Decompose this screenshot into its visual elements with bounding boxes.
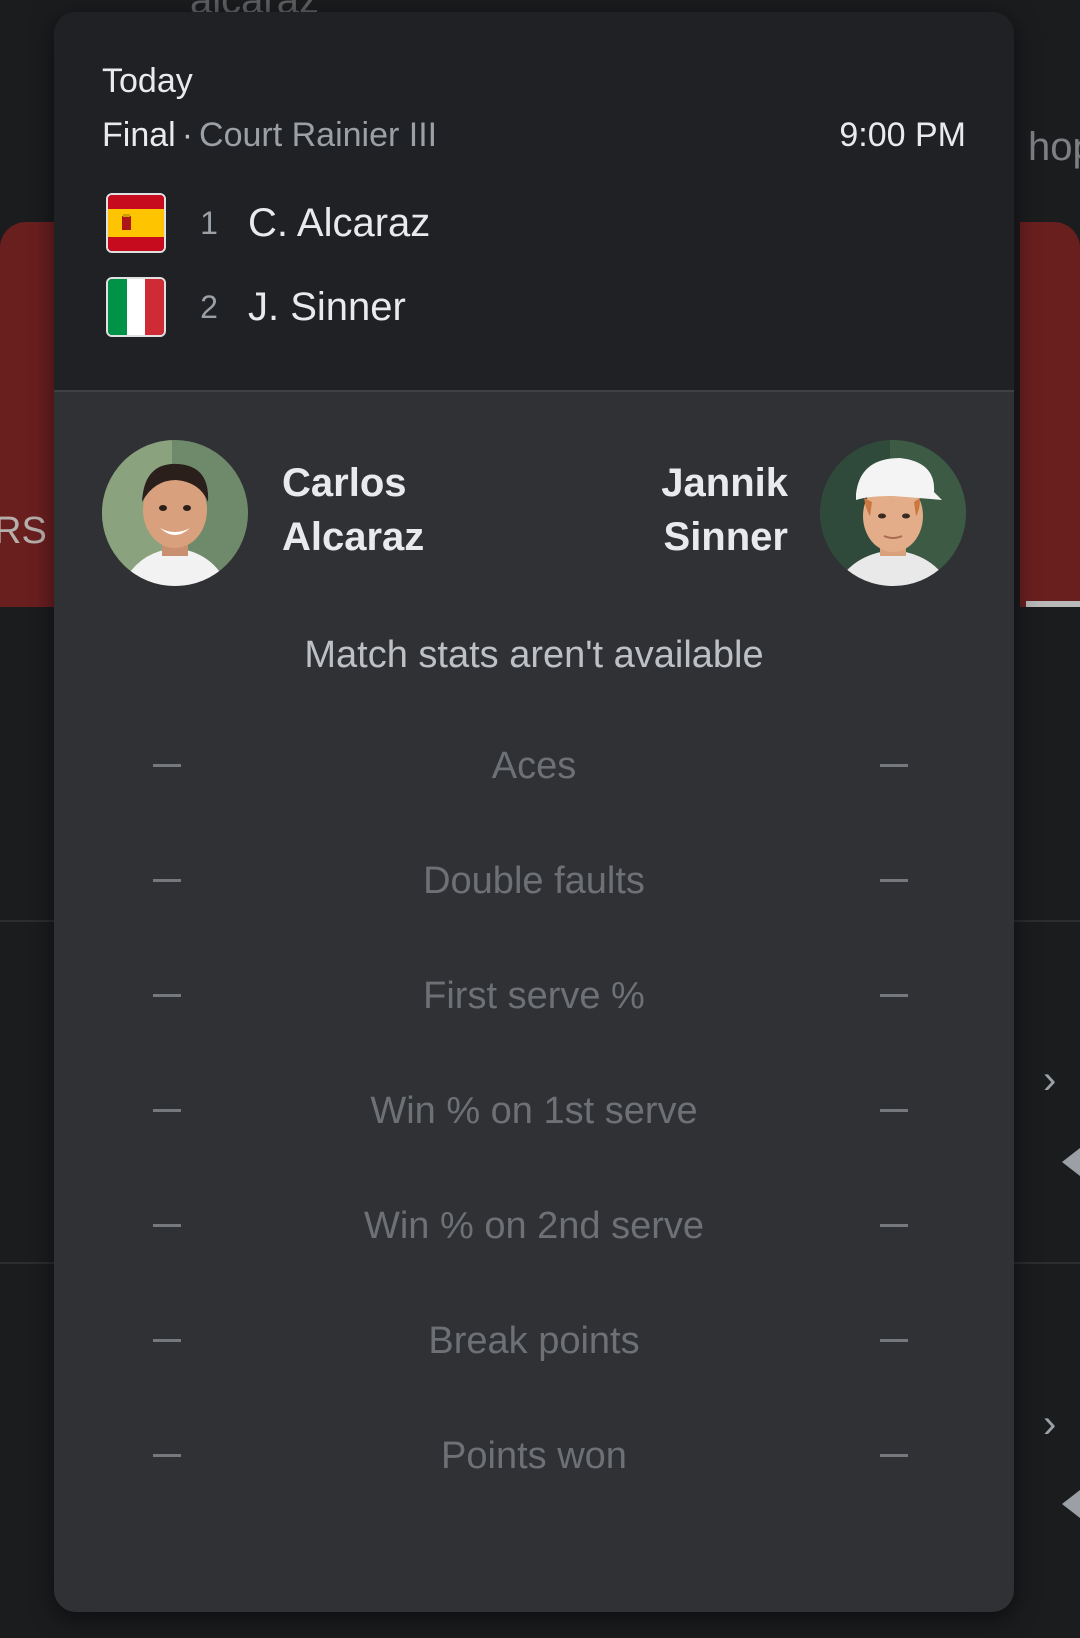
triangle-left-icon (1062, 1148, 1080, 1176)
stat-value-right (880, 1454, 908, 1457)
page: alcaraz RS hop › › Today Final·Court Rai… (0, 0, 1080, 1638)
stat-value-right (880, 994, 908, 997)
player-seed: 2 (200, 288, 218, 325)
match-court: Court Rainier III (199, 116, 438, 154)
player-full-name-right[interactable]: Jannik Sinner (661, 456, 788, 564)
first-name: Carlos (282, 461, 407, 505)
match-status-row: Final · Court Rainier III (102, 116, 437, 155)
stat-label: Double faults (423, 860, 645, 902)
stat-row: Win % on 2nd serve (54, 1196, 1014, 1256)
background-tab-indicator (1026, 601, 1080, 607)
stat-row: Win % on 1st serve (54, 1081, 1014, 1141)
stat-row: First serve % (54, 966, 1014, 1026)
stat-row: Break points (54, 1311, 1014, 1371)
stat-label: Win % on 1st serve (370, 1090, 698, 1132)
player-name: C. Alcaraz (248, 200, 431, 245)
stat-row: Aces (54, 736, 1014, 796)
triangle-left-icon (1062, 1490, 1080, 1518)
player-seed: 1 (200, 204, 218, 241)
stat-value-right (880, 879, 908, 882)
stat-label: First serve % (423, 975, 645, 1017)
stat-value-right (880, 1339, 908, 1342)
italy-flag-icon (106, 277, 166, 337)
chevron-right-icon: › (1043, 1402, 1057, 1446)
stat-row: Points won (54, 1426, 1014, 1486)
match-header: Today Final · Court Rainier III 9:00 PM 1 … (54, 12, 1014, 392)
match-date: Today (102, 62, 193, 100)
stats-unavailable-message: Match stats aren't available (304, 634, 764, 676)
player-full-name-left[interactable]: Carlos Alcaraz (282, 456, 424, 564)
player-avatar-left[interactable] (102, 440, 248, 586)
stat-label: Break points (428, 1320, 640, 1362)
stat-value-right (880, 1224, 908, 1227)
match-status: Final (102, 116, 176, 154)
match-time: 9:00 PM (839, 116, 966, 154)
last-name: Alcaraz (282, 515, 425, 559)
stat-label: Points won (441, 1435, 627, 1477)
stat-row: Double faults (54, 851, 1014, 911)
first-name: Jannik (661, 461, 788, 505)
last-name: Sinner (663, 515, 788, 559)
player-row: 2 J. Sinner (106, 276, 406, 338)
stat-label: Win % on 2nd serve (363, 1205, 705, 1247)
player-name: J. Sinner (248, 284, 406, 329)
player-row: 1 C. Alcaraz (106, 192, 430, 254)
separator-dot: · (181, 116, 194, 154)
player-avatar-right[interactable] (820, 440, 966, 586)
stat-value-right (880, 1109, 908, 1112)
stat-label: Aces (491, 745, 577, 787)
spain-flag-icon (106, 193, 166, 253)
background-left-text: RS (0, 510, 47, 552)
background-right-text: hop (1028, 125, 1080, 169)
match-card[interactable]: Today Final · Court Rainier III 9:00 PM 1 … (54, 12, 1014, 1612)
stat-value-right (880, 764, 908, 767)
background-card-right (1020, 222, 1080, 607)
chevron-right-icon: › (1043, 1058, 1057, 1102)
